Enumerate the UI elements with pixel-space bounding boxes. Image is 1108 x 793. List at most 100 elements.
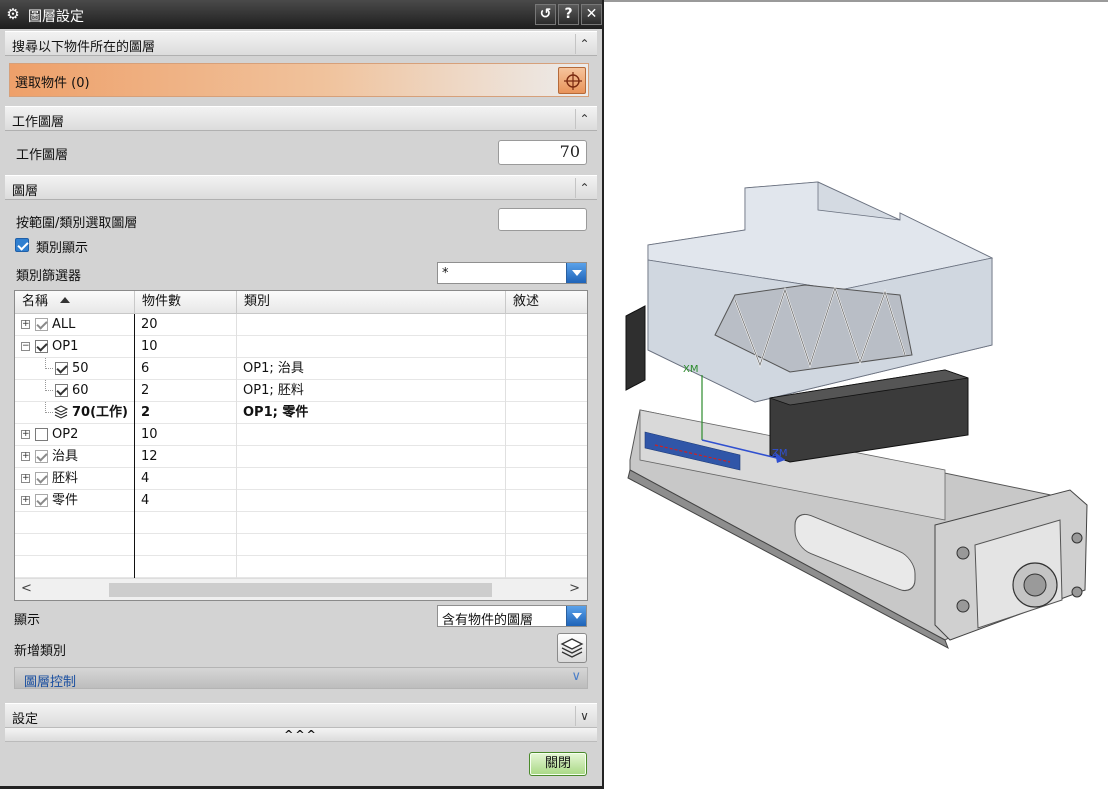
scrollbar-thumb[interactable]: [109, 583, 492, 597]
scroll-left-icon[interactable]: <: [21, 581, 32, 596]
table-row-empty: [15, 556, 587, 578]
chevron-up-icon[interactable]: ⌃: [575, 34, 593, 54]
layer-category: OP1; 零件: [243, 405, 309, 420]
table-row[interactable]: 60 2 OP1; 胚料: [15, 380, 587, 402]
search-section-header[interactable]: 搜尋以下物件所在的圖層 ⌃: [5, 31, 597, 56]
section-title: 設定: [12, 712, 39, 727]
expand-dialog-strip[interactable]: ^^^: [5, 727, 597, 742]
layer-name: 胚料: [52, 471, 79, 486]
category-filter-dropdown[interactable]: *: [437, 262, 587, 284]
expand-icon[interactable]: +: [21, 430, 30, 439]
chevron-up-icon[interactable]: ⌃: [575, 109, 593, 129]
table-row[interactable]: + 治具 12: [15, 446, 587, 468]
layers-section-header[interactable]: 圖層 ⌃: [5, 175, 597, 200]
category-display-checkbox[interactable]: [15, 238, 29, 252]
table-row[interactable]: + 零件 4: [15, 490, 587, 512]
table-row[interactable]: + 胚料 4: [15, 468, 587, 490]
column-divider: [134, 314, 135, 578]
layer-category: [243, 446, 508, 467]
layer-visibility-checkbox[interactable]: [35, 450, 48, 463]
object-count: 12: [141, 449, 158, 464]
object-count: 10: [141, 339, 158, 354]
expand-icon[interactable]: +: [21, 320, 30, 329]
table-row[interactable]: 50 6 OP1; 治具: [15, 358, 587, 380]
dialog-title: 圖層設定: [28, 9, 84, 25]
object-count: 6: [141, 361, 150, 376]
select-object-label: 選取物件 (0): [15, 76, 90, 91]
expand-icon[interactable]: +: [21, 496, 30, 505]
crosshair-icon: [564, 72, 582, 90]
expand-icon[interactable]: +: [21, 452, 30, 461]
layer-name: OP2: [52, 427, 79, 442]
layer-control-subsection[interactable]: 圖層控制 ∨: [14, 667, 588, 690]
expand-icon[interactable]: +: [21, 474, 30, 483]
section-title: 工作圖層: [12, 115, 65, 130]
object-count: 4: [141, 493, 150, 508]
column-header-description[interactable]: 敘述: [506, 291, 587, 314]
range-select-input[interactable]: [498, 208, 587, 231]
layer-visibility-checkbox[interactable]: [55, 384, 68, 397]
add-category-label: 新增類別: [14, 644, 67, 659]
section-title: 圖層: [12, 184, 39, 199]
column-divider: [505, 314, 506, 578]
column-divider: [236, 314, 237, 578]
close-button[interactable]: 關閉: [529, 752, 587, 776]
layer-visibility-checkbox[interactable]: [35, 428, 48, 441]
select-object-bar[interactable]: 選取物件 (0): [9, 63, 589, 97]
tree-connector: [45, 402, 53, 413]
layer-visibility-checkbox[interactable]: [35, 318, 48, 331]
layer-name: ALL: [52, 317, 76, 332]
reset-button[interactable]: ↺: [535, 4, 556, 25]
table-row[interactable]: − OP1 10: [15, 336, 587, 358]
sort-ascending-icon: [60, 297, 71, 303]
layers-icon: [560, 638, 584, 658]
scroll-right-icon[interactable]: >: [569, 581, 580, 596]
chevron-up-icon[interactable]: ⌃: [575, 178, 593, 198]
category-display-label: 類別顯示: [36, 241, 89, 256]
table-header: 名稱 物件數 類別 敘述: [15, 291, 587, 314]
table-row[interactable]: + OP2 10: [15, 424, 587, 446]
display-label: 顯示: [14, 613, 41, 628]
layer-control-label: 圖層控制: [24, 675, 77, 690]
svg-text:XM: XM: [683, 364, 698, 375]
graphics-viewport[interactable]: XM ZM: [606, 2, 1108, 789]
layer-category: OP1; 治具: [243, 361, 304, 376]
object-count: 2: [141, 405, 151, 420]
title-bar[interactable]: ⚙ 圖層設定 ↺ ? ✕: [0, 0, 602, 29]
work-layer-input[interactable]: 70: [498, 140, 587, 165]
layer-category: [243, 336, 508, 357]
table-row[interactable]: 70(工作) 2 OP1; 零件: [15, 402, 587, 424]
collapse-icon[interactable]: −: [21, 342, 30, 351]
add-category-button[interactable]: [557, 633, 587, 663]
select-object-button[interactable]: [558, 67, 586, 94]
object-count: 2: [141, 383, 150, 398]
chevron-down-icon[interactable]: [566, 263, 586, 283]
column-header-name[interactable]: 名稱: [15, 291, 135, 314]
layer-name: 零件: [52, 493, 79, 508]
settings-section-header[interactable]: 設定 ∨: [5, 703, 597, 728]
work-layer-section-header[interactable]: 工作圖層 ⌃: [5, 106, 597, 131]
table-row[interactable]: + ALL 20: [15, 314, 587, 336]
chevron-down-icon[interactable]: ∨: [575, 706, 593, 726]
layer-visibility-checkbox[interactable]: [35, 494, 48, 507]
work-layer-icon: [53, 405, 69, 419]
chevron-down-icon[interactable]: [566, 606, 586, 626]
range-select-label: 按範圍/類別選取圖層: [16, 216, 138, 231]
layer-visibility-checkbox[interactable]: [35, 472, 48, 485]
layer-visibility-checkbox[interactable]: [55, 362, 68, 375]
reset-icon: ↺: [539, 6, 552, 22]
svg-text:ZM: ZM: [772, 448, 787, 459]
section-title: 搜尋以下物件所在的圖層: [12, 40, 156, 55]
help-button[interactable]: ?: [558, 4, 579, 25]
object-count: 10: [141, 427, 158, 442]
close-dialog-button[interactable]: ✕: [581, 4, 602, 25]
table-row-empty: [15, 534, 587, 556]
horizontal-scrollbar[interactable]: < >: [15, 578, 587, 600]
object-count: 20: [141, 317, 158, 332]
column-header-category[interactable]: 類別: [237, 291, 506, 314]
layer-visibility-checkbox[interactable]: [35, 340, 48, 353]
display-dropdown[interactable]: 含有物件的圖層: [437, 605, 587, 628]
chevron-down-icon[interactable]: ∨: [571, 669, 581, 684]
column-header-count[interactable]: 物件數: [135, 291, 237, 314]
layer-name: OP1: [52, 339, 79, 354]
